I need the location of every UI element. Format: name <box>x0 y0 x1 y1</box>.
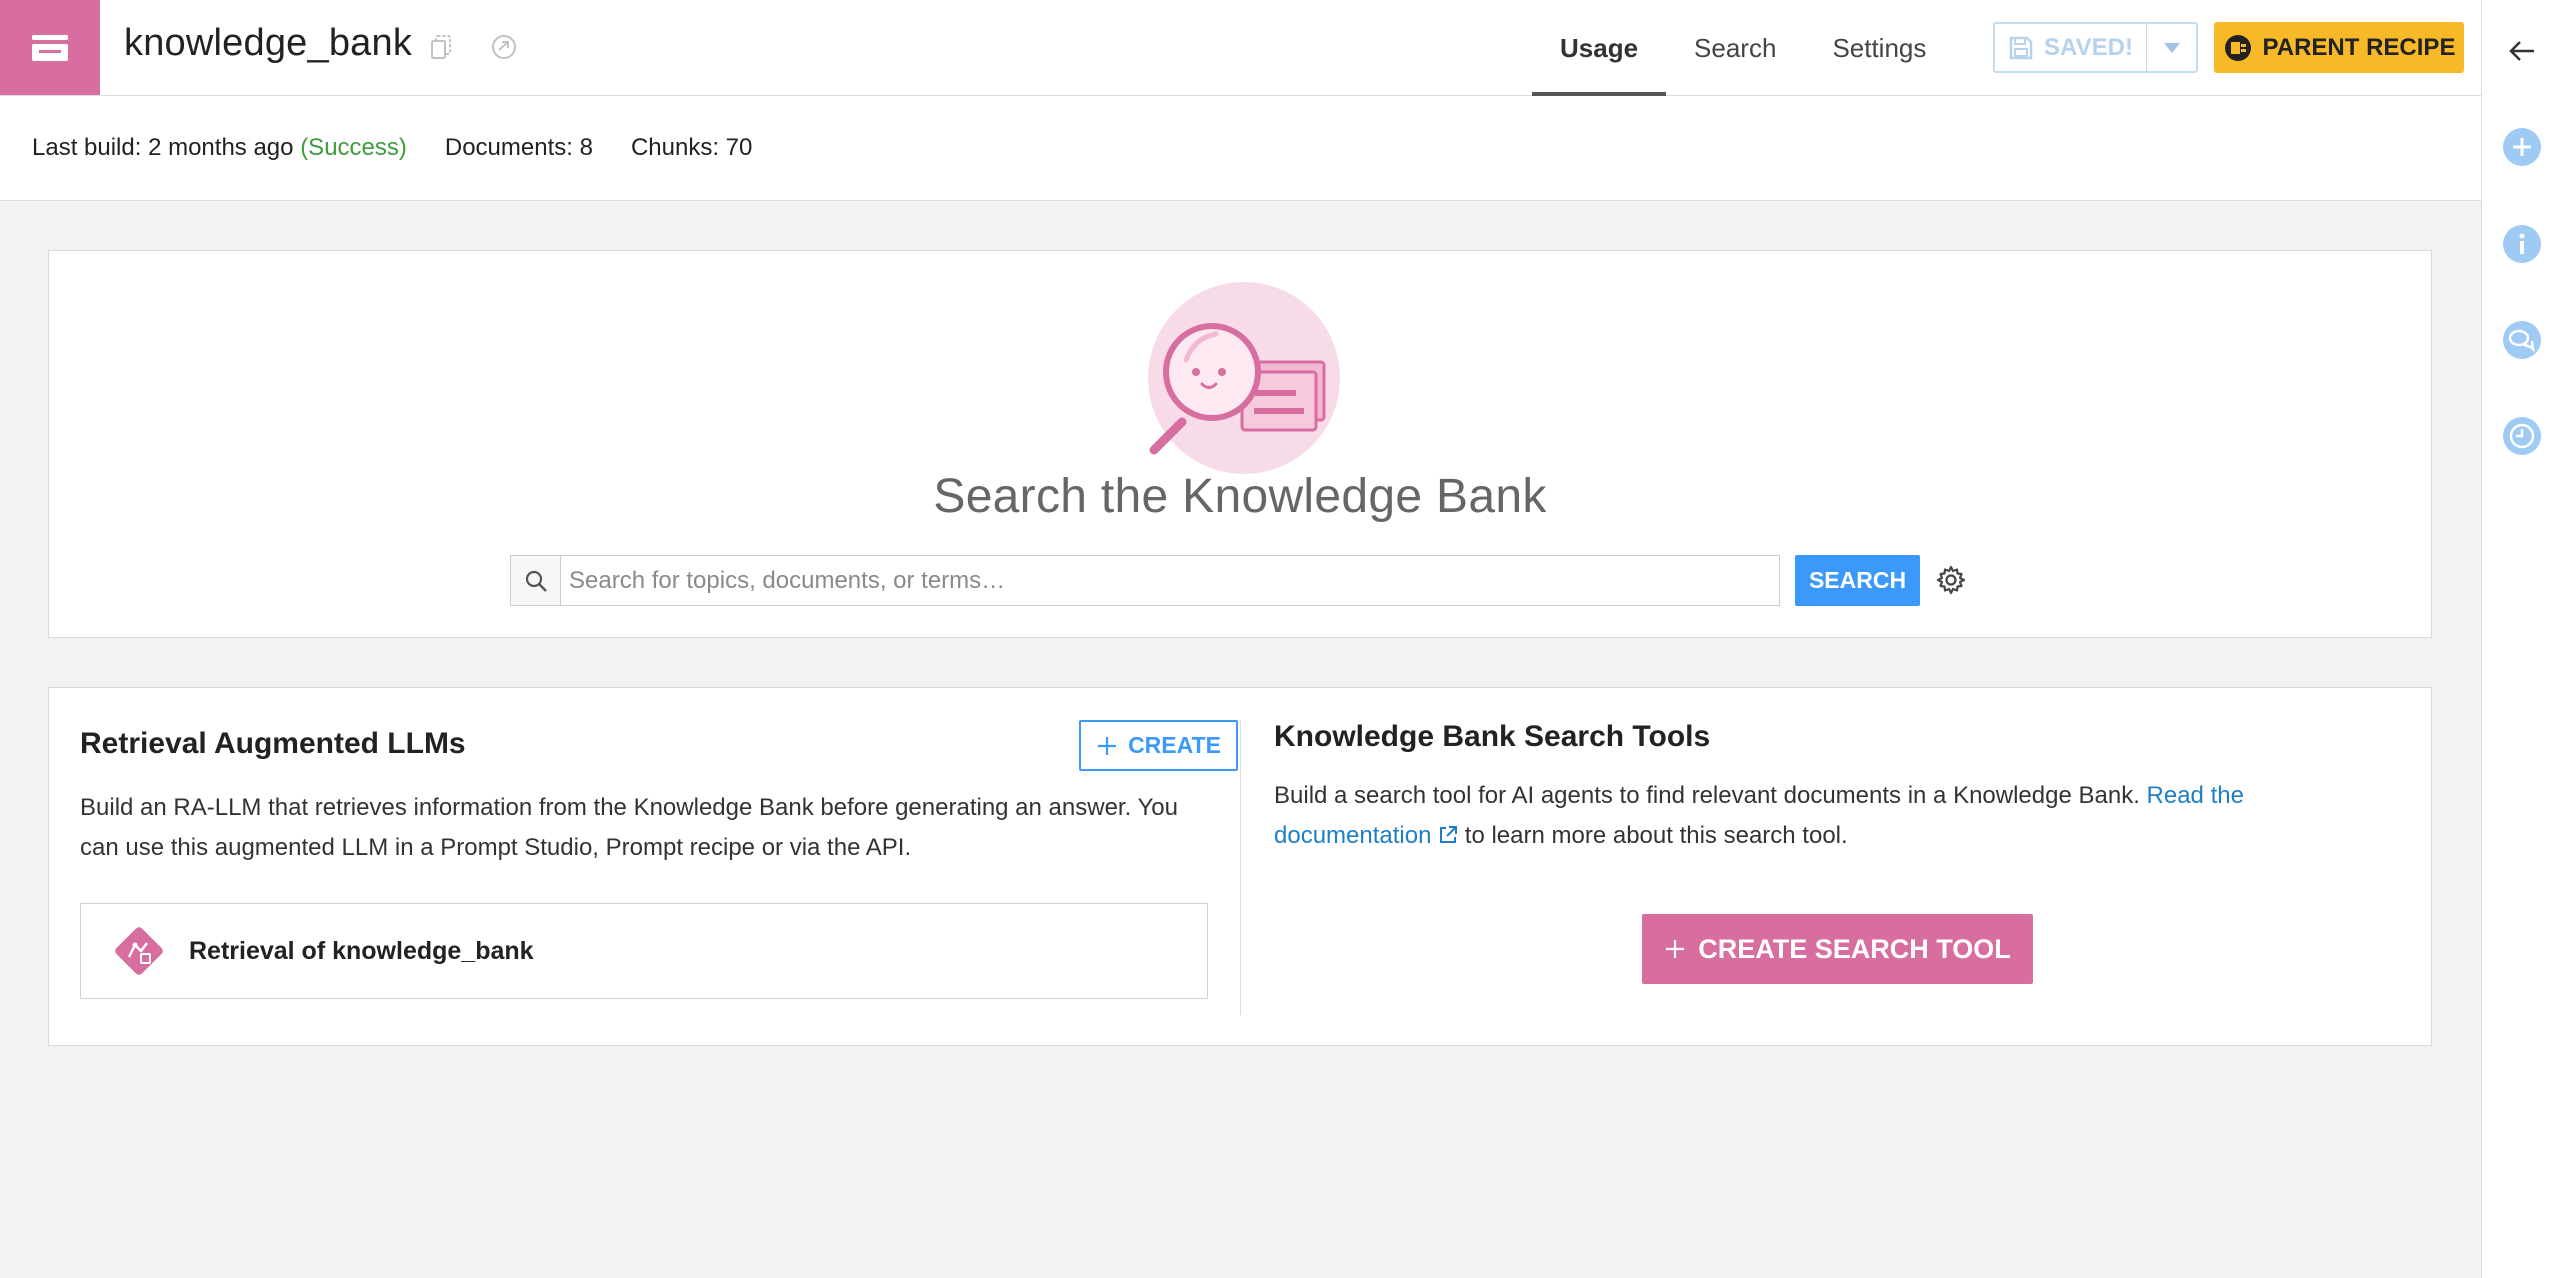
chevron-down-icon <box>2163 42 2180 53</box>
last-build-label: Last build: 2 months ago <box>32 134 294 161</box>
saved-button[interactable]: SAVED! <box>1993 22 2148 73</box>
search-tools-desc-before: Build a search tool for AI agents to fin… <box>1274 782 2147 809</box>
gear-icon[interactable] <box>1934 563 1968 597</box>
tab-usage[interactable]: Usage <box>1532 0 1667 96</box>
plus-icon <box>1666 940 1685 958</box>
search-title: Search the Knowledge Bank <box>933 470 1547 523</box>
search-illustration-icon <box>1146 280 1342 476</box>
last-build-status: (Success) <box>300 134 407 161</box>
copy-icon[interactable] <box>426 32 456 62</box>
parent-recipe-label: PARENT RECIPE <box>2262 33 2456 61</box>
rag-list-item[interactable]: Retrieval of knowledge_bank <box>80 903 1208 999</box>
save-options-dropdown[interactable] <box>2146 22 2198 73</box>
tab-settings[interactable]: Settings <box>1804 0 1954 96</box>
external-link-icon <box>1440 826 1458 843</box>
search-tools-description: Build a search tool for AI agents to fin… <box>1274 776 2334 856</box>
tab-bar: Usage Search Settings <box>1532 0 1954 96</box>
section-divider <box>1240 720 1241 1015</box>
object-title: knowledge_bank <box>124 22 413 64</box>
search-input[interactable] <box>569 556 1769 605</box>
add-icon[interactable] <box>2502 127 2542 167</box>
search-field[interactable] <box>510 555 1780 606</box>
chunks-count: Chunks: 70 <box>630 134 753 161</box>
rag-item-label: Retrieval of knowledge_bank <box>189 936 534 965</box>
documents-count: Documents: 8 <box>444 134 593 161</box>
search-tools-desc-after: to learn more about this search tool. <box>1458 822 1848 849</box>
rag-title: Retrieval Augmented LLMs <box>80 727 466 760</box>
parent-recipe-button[interactable]: PARENT RECIPE <box>2214 22 2464 73</box>
search-button[interactable]: SEARCH <box>1795 555 1920 606</box>
search-tools-title: Knowledge Bank Search Tools <box>1274 720 1711 753</box>
share-icon[interactable] <box>489 32 519 62</box>
rag-description: Build an RA-LLM that retrieves informati… <box>80 794 1178 861</box>
discussions-icon[interactable] <box>2502 320 2542 360</box>
create-search-tool-label: CREATE SEARCH TOOL <box>1698 933 2011 964</box>
create-label: CREATE <box>1128 732 1221 758</box>
search-panel: Search the Knowledge Bank SEARCH <box>48 250 2432 638</box>
history-icon[interactable] <box>2502 416 2542 456</box>
knowledge-bank-icon <box>0 0 100 95</box>
retrieval-llm-icon <box>115 927 163 975</box>
create-rag-button[interactable]: CREATE <box>1079 720 1238 771</box>
create-search-tool-button[interactable]: CREATE SEARCH TOOL <box>1642 914 2033 984</box>
saved-label: SAVED! <box>2044 33 2133 61</box>
recipe-icon <box>2224 34 2251 61</box>
tab-search[interactable]: Search <box>1666 0 1804 96</box>
plus-icon <box>1098 736 1117 755</box>
right-rail <box>2481 0 2560 1278</box>
status-bar: Last build: 2 months ago (Success) Docum… <box>0 96 2481 201</box>
back-arrow-icon[interactable] <box>2502 31 2542 71</box>
search-icon <box>511 556 561 605</box>
top-header: knowledge_bank Usage Search Settings SAV… <box>0 0 2481 96</box>
usage-panel: Retrieval Augmented LLMs CREATE Build an… <box>48 687 2432 1046</box>
info-icon[interactable] <box>2502 224 2542 264</box>
last-build: Last build: 2 months ago (Success) <box>32 134 407 162</box>
save-icon <box>2009 36 2033 59</box>
